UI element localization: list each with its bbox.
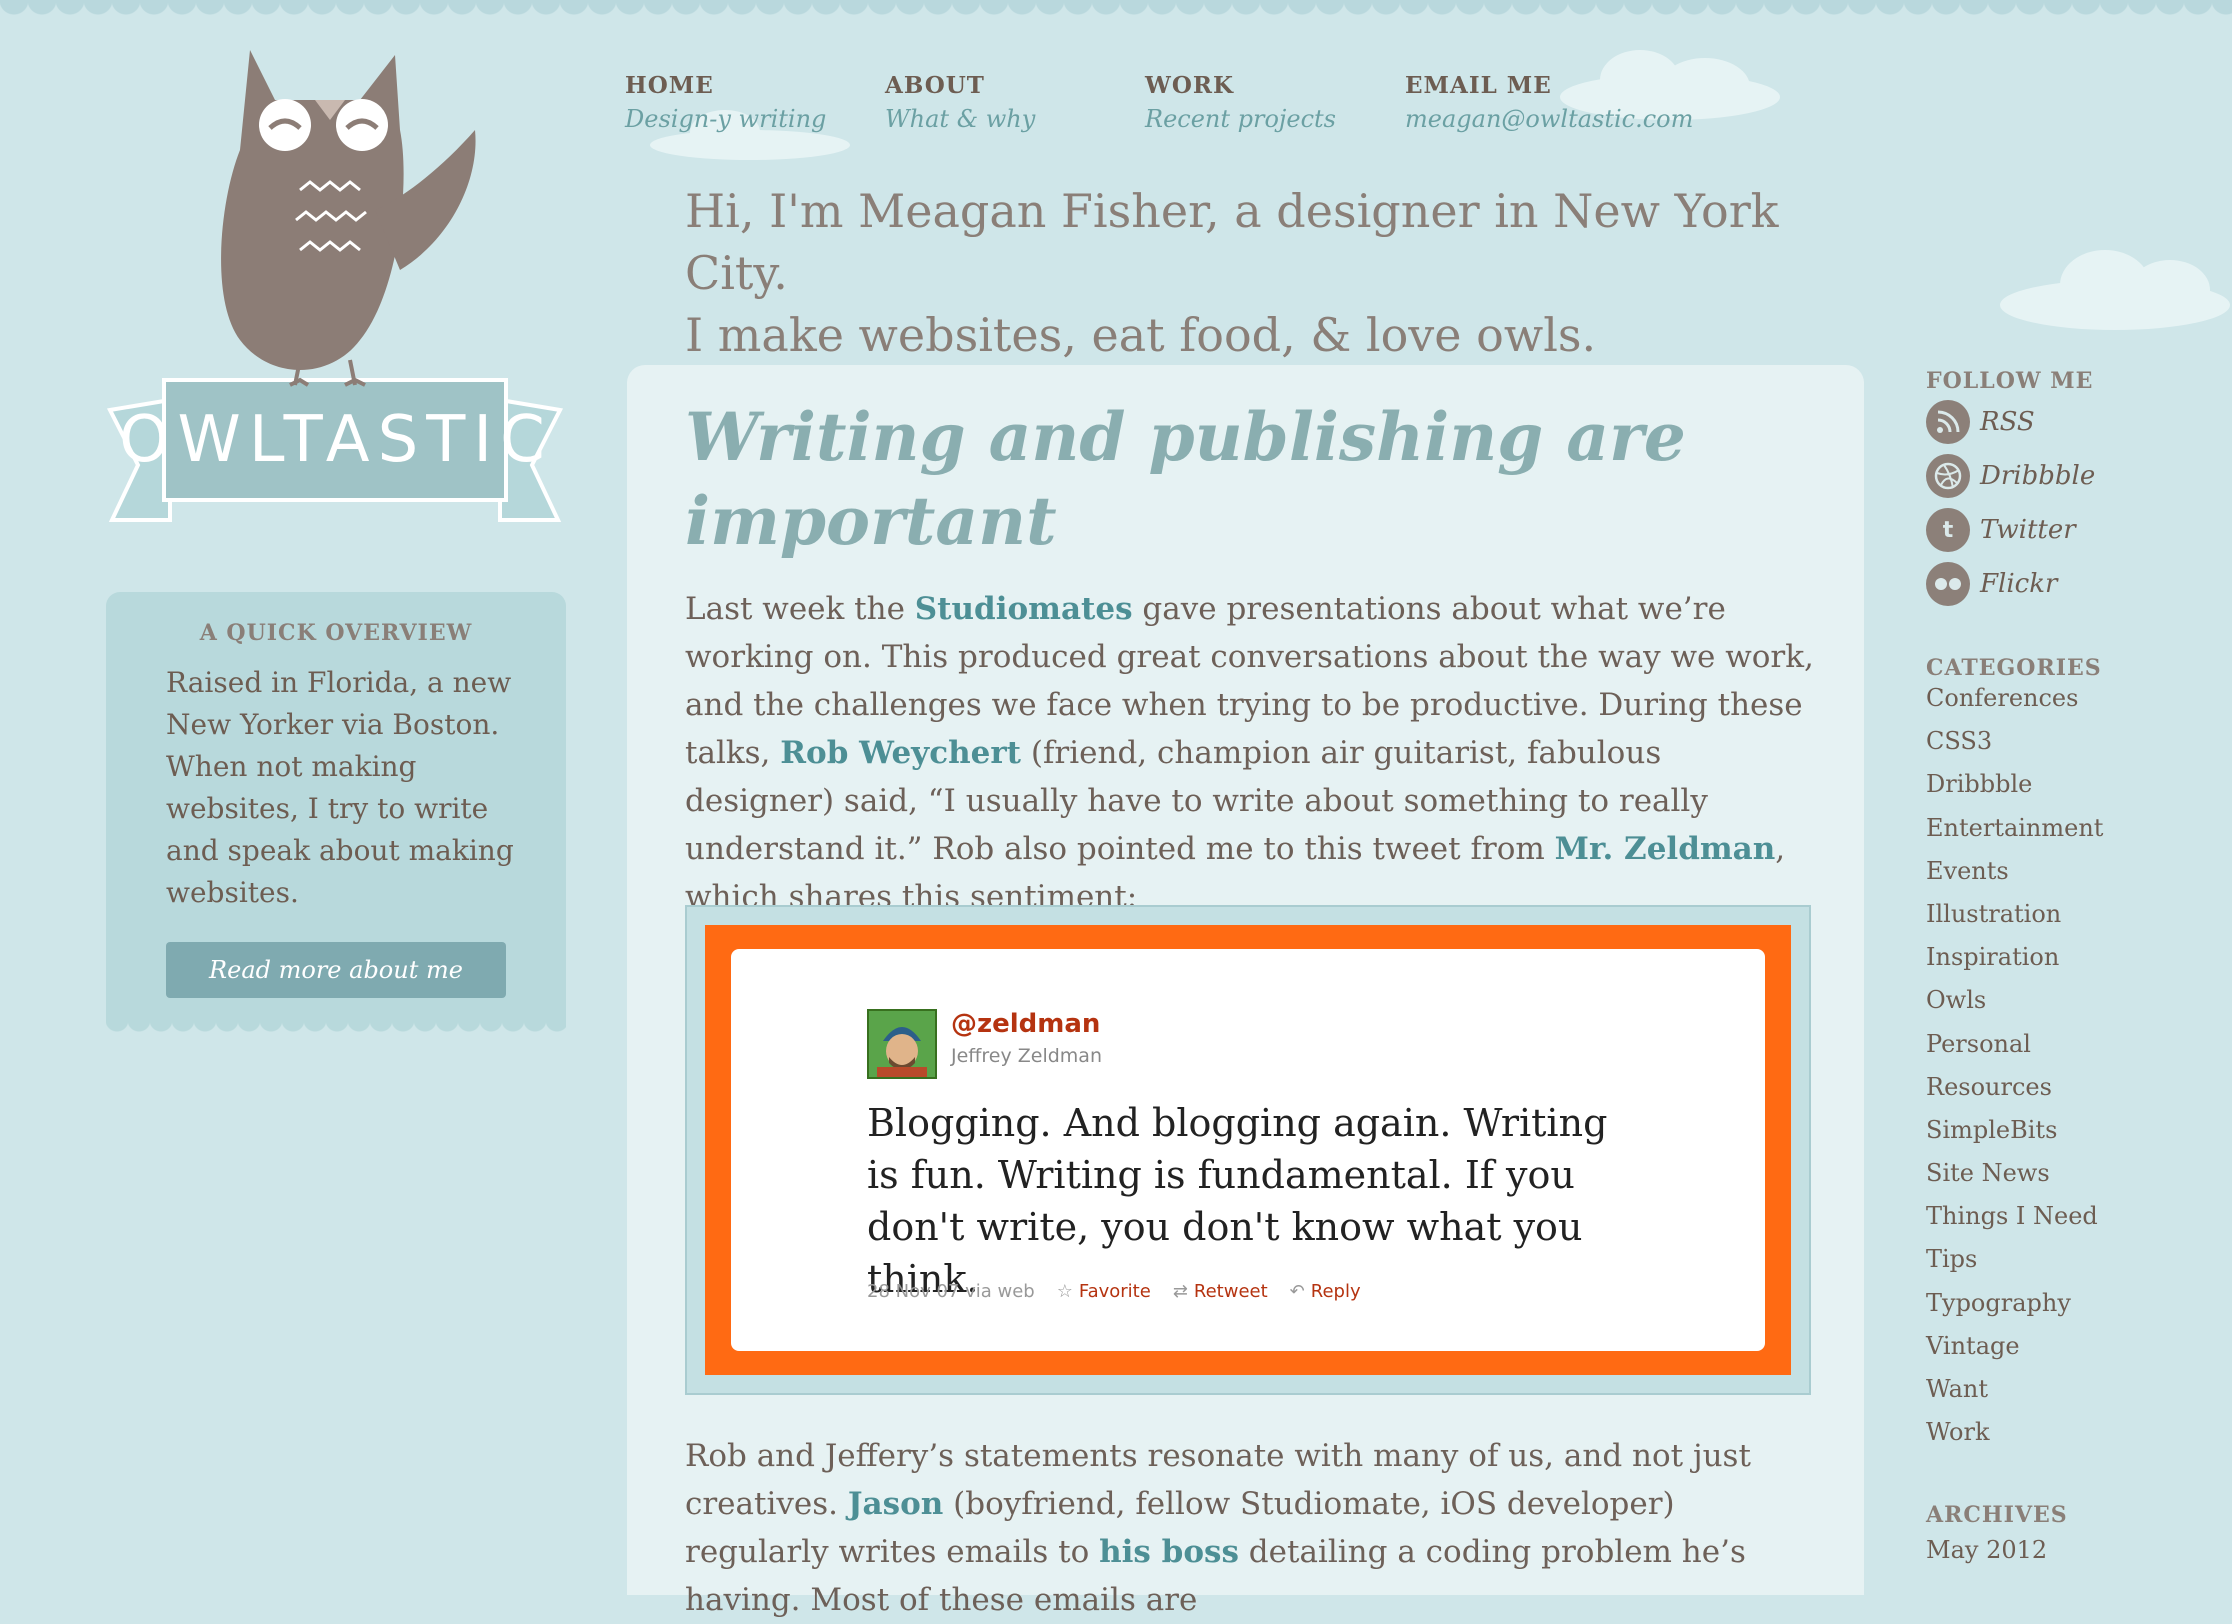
site-logo[interactable]: OWLTASTIC [100, 40, 570, 530]
article-paragraph-2: Rob and Jeffery’s statements resonate wi… [685, 1432, 1815, 1624]
nav-work-title: WORK [1145, 72, 1234, 99]
overview-text: Raised in Florida, a new New Yorker via … [166, 666, 514, 909]
category-link[interactable]: Conferences [1926, 684, 2103, 727]
link-mr-zeldman[interactable]: Mr. Zeldman [1555, 831, 1776, 867]
tweet-background: @zeldman Jeffrey Zeldman Blogging. And b… [705, 925, 1791, 1375]
retweet-action[interactable]: ⇄ Retweet [1173, 1281, 1268, 1302]
retweet-label: Retweet [1193, 1281, 1268, 1302]
category-link[interactable]: Work [1926, 1418, 2103, 1461]
category-link[interactable]: Things I Need [1926, 1202, 2103, 1245]
tweet-author-name: Jeffrey Zeldman [951, 1045, 1102, 1067]
category-link[interactable]: Illustration [1926, 900, 2103, 943]
quick-overview-box: A QUICK OVERVIEW Raised in Florida, a ne… [106, 592, 566, 1020]
flickr-icon [1926, 562, 1970, 606]
nav-email-title: EMAIL ME [1405, 72, 1552, 99]
nav-home[interactable]: HOME Design-y writing [625, 72, 885, 133]
follow-twitter[interactable]: t Twitter [1926, 508, 2076, 552]
nav-about-title: ABOUT [885, 72, 985, 99]
category-link[interactable]: SimpleBits [1926, 1116, 2103, 1159]
paragraph-text: Last week the [685, 591, 915, 627]
category-link[interactable]: Personal [1926, 1030, 2103, 1073]
intro-line-1: Hi, I'm Meagan Fisher, a designer in New… [685, 184, 1779, 300]
nav-home-title: HOME [625, 72, 714, 99]
category-link[interactable]: Inspiration [1926, 943, 2103, 986]
nav-email[interactable]: EMAIL ME meagan@owltastic.com [1405, 72, 1694, 133]
categories-heading: CATEGORIES [1926, 655, 2102, 681]
article-title[interactable]: Writing and publishing are important [685, 395, 1785, 563]
nav-work[interactable]: WORK Recent projects [1145, 72, 1405, 133]
retweet-icon: ⇄ [1172, 1281, 1188, 1302]
nav-work-subtitle: Recent projects [1145, 105, 1336, 133]
cloud-decoration [2000, 250, 2230, 330]
category-link[interactable]: Entertainment [1926, 814, 2103, 857]
link-studiomates[interactable]: Studiomates [915, 591, 1133, 627]
favorite-action[interactable]: ☆ Favorite [1057, 1281, 1151, 1302]
nav-email-subtitle: meagan@owltastic.com [1405, 105, 1694, 133]
read-more-button[interactable]: Read more about me [166, 942, 506, 998]
reply-action[interactable]: ↶ Reply [1290, 1281, 1361, 1302]
link-rob-weychert[interactable]: Rob Weychert [780, 735, 1021, 771]
category-link[interactable]: Resources [1926, 1073, 2103, 1116]
category-link[interactable]: Typography [1926, 1289, 2103, 1332]
category-link[interactable]: Vintage [1926, 1332, 2103, 1375]
article: Writing and publishing are important Las… [627, 365, 1864, 1618]
follow-me-heading: FOLLOW ME [1926, 368, 2094, 394]
category-link[interactable]: Events [1926, 857, 2103, 900]
link-jason[interactable]: Jason [848, 1486, 943, 1522]
category-link[interactable]: Owls [1926, 986, 2103, 1029]
rss-icon [1926, 400, 1970, 444]
tweet-embed: @zeldman Jeffrey Zeldman Blogging. And b… [685, 905, 1811, 1395]
nav-about-subtitle: What & why [885, 105, 1036, 133]
dribbble-icon [1926, 454, 1970, 498]
link-his-boss[interactable]: his boss [1099, 1534, 1239, 1570]
archive-link[interactable]: May 2012 [1926, 1536, 2047, 1564]
nav-about[interactable]: ABOUT What & why [885, 72, 1145, 133]
follow-flickr[interactable]: Flickr [1926, 562, 2057, 606]
tweet-date[interactable]: 28 Nov 07 via web [867, 1281, 1035, 1302]
zeldman-avatar[interactable] [867, 1009, 937, 1079]
nav-home-subtitle: Design-y writing [625, 105, 827, 133]
twitter-icon: t [1926, 508, 1970, 552]
archives-heading: ARCHIVES [1926, 1502, 2068, 1528]
overview-heading: A QUICK OVERVIEW [199, 620, 473, 646]
tweet-meta: 28 Nov 07 via web ☆ Favorite ⇄ Retweet ↶ Re… [867, 1281, 1361, 1302]
scalloped-top-edge [0, 0, 2232, 30]
main-nav: HOME Design-y writing ABOUT What & why W… [625, 72, 1694, 133]
star-icon: ☆ [1056, 1281, 1073, 1302]
overview-scalloped-edge [106, 1020, 566, 1042]
follow-label: Flickr [1980, 569, 2058, 599]
logo-wordmark: OWLTASTIC [119, 403, 553, 477]
follow-dribbble[interactable]: Dribbble [1926, 454, 2095, 498]
reply-icon: ↶ [1289, 1281, 1305, 1302]
reply-label: Reply [1310, 1281, 1361, 1302]
category-link[interactable]: CSS3 [1926, 727, 2103, 770]
follow-label: Dribbble [1980, 461, 2096, 491]
article-paragraph-1: Last week the Studiomates gave presentat… [685, 585, 1815, 921]
tweet-card: @zeldman Jeffrey Zeldman Blogging. And b… [731, 949, 1765, 1351]
category-link[interactable]: Dribbble [1926, 770, 2103, 813]
follow-label: Twitter [1980, 515, 2076, 545]
intro-line-2: I make websites, eat food, & love owls. [685, 308, 1597, 362]
favorite-label: Favorite [1078, 1281, 1151, 1302]
intro-text: Hi, I'm Meagan Fisher, a designer in New… [685, 180, 1885, 366]
follow-label: RSS [1980, 407, 2035, 437]
category-link[interactable]: Site News [1926, 1159, 2103, 1202]
tweet-text: Blogging. And blogging again. Writing is… [867, 1101, 1608, 1301]
follow-rss[interactable]: RSS [1926, 400, 2035, 444]
tweet-handle[interactable]: @zeldman [951, 1009, 1100, 1039]
category-link[interactable]: Want [1926, 1375, 2103, 1418]
category-link[interactable]: Tips [1926, 1245, 2103, 1288]
categories-list: Conferences CSS3 Dribbble Entertainment … [1926, 684, 2103, 1461]
